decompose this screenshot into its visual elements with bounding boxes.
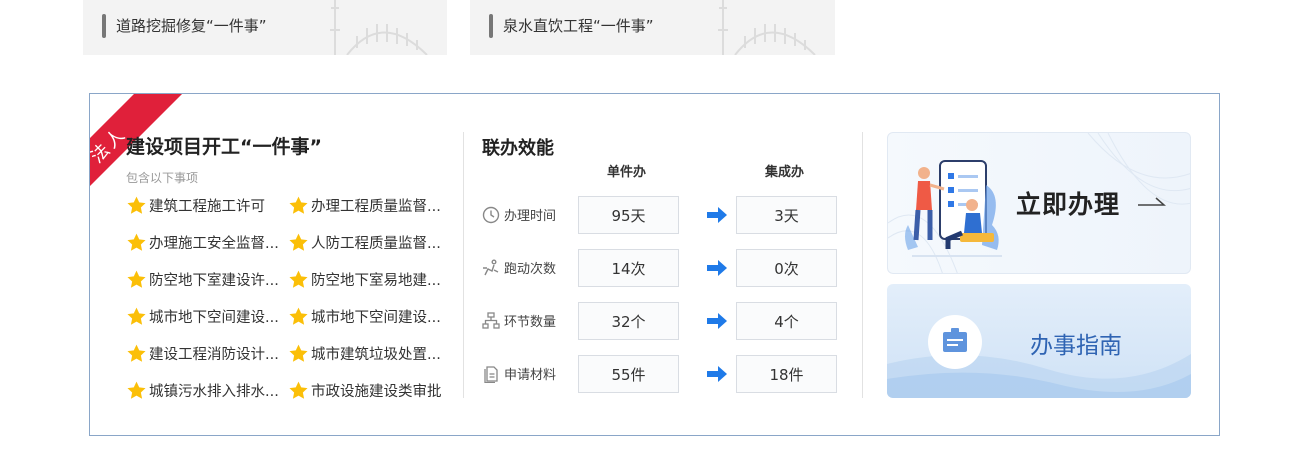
- arrow-right-icon: [1138, 197, 1166, 206]
- single-value: 14次: [578, 249, 679, 287]
- integrated-value: 18件: [736, 355, 837, 393]
- star-icon: [288, 343, 309, 364]
- metric-row-materials: 申请材料 55件 18件: [482, 355, 852, 393]
- single-value: 55件: [578, 355, 679, 393]
- star-icon: [126, 343, 147, 364]
- section-divider: [862, 132, 863, 398]
- single-value: 32个: [578, 302, 679, 340]
- project-item[interactable]: 防空地下室易地建...: [288, 268, 450, 290]
- top-card-label: 道路挖掘修复“一件事”: [116, 17, 267, 35]
- metric-label: 环节数量: [504, 315, 557, 330]
- star-icon: [288, 306, 309, 327]
- project-item[interactable]: 市政设施建设类审批: [288, 379, 450, 401]
- top-card-road-repair[interactable]: 道路挖掘修复“一件事”: [83, 0, 447, 55]
- star-icon: [126, 380, 147, 401]
- star-icon: [288, 232, 309, 253]
- document-icon: [484, 365, 498, 383]
- landmark-watermark-icon: [330, 0, 428, 55]
- project-item[interactable]: 城市地下空间建设...: [288, 305, 450, 327]
- apply-now-label: 立即办理: [1016, 190, 1121, 219]
- project-item-label: 人防工程质量监督...: [311, 235, 441, 252]
- project-title: 建设项目开工“一件事”: [126, 136, 322, 158]
- project-item[interactable]: 建筑工程施工许可: [126, 194, 288, 216]
- metric-label: 申请材料: [504, 368, 557, 383]
- project-item-label: 防空地下室易地建...: [311, 272, 441, 289]
- project-item[interactable]: 人防工程质量监督...: [288, 231, 450, 253]
- project-item-label: 防空地下室建设许...: [149, 272, 279, 289]
- star-icon: [126, 195, 147, 216]
- project-item[interactable]: 防空地下室建设许...: [126, 268, 288, 290]
- top-card-spring-water[interactable]: 泉水直饮工程“一件事”: [470, 0, 835, 55]
- project-item[interactable]: 办理工程质量监督...: [288, 194, 450, 216]
- landmark-watermark-icon: [718, 0, 816, 55]
- project-items-section: 建设项目开工“一件事” 包含以下事项 建筑工程施工许可 办理工程质量监督... 办理…: [126, 132, 456, 401]
- efficiency-section: 联办效能 单件办 集成办 办理时间 95天 3天 跑动次数 14次 0次 环节数: [482, 134, 852, 393]
- single-value: 95天: [578, 196, 679, 234]
- metric-row-time: 办理时间 95天 3天: [482, 196, 852, 234]
- project-item[interactable]: 城市建筑垃圾处置...: [288, 342, 450, 364]
- project-item-label: 城市建筑垃圾处置...: [311, 346, 441, 363]
- arrow-right-icon: [707, 207, 727, 223]
- top-card-label: 泉水直饮工程“一件事”: [503, 17, 654, 35]
- running-icon: [483, 259, 499, 275]
- metric-row-visits: 跑动次数 14次 0次: [482, 249, 852, 287]
- integrated-value: 4个: [736, 302, 837, 340]
- arrow-right-icon: [707, 366, 727, 382]
- efficiency-title: 联办效能: [482, 138, 554, 159]
- integrated-value: 3天: [736, 196, 837, 234]
- project-item[interactable]: 城镇污水排入排水...: [126, 379, 288, 401]
- star-icon: [288, 195, 309, 216]
- guide-icon-circle: [928, 315, 982, 369]
- project-item-label: 市政设施建设类审批: [311, 383, 442, 400]
- metric-row-steps: 环节数量 32个 4个: [482, 302, 852, 340]
- service-guide-label: 办事指南: [1030, 333, 1122, 359]
- hierarchy-icon: [482, 311, 500, 329]
- project-panel: 法人 建设项目开工“一件事” 包含以下事项 建筑工程施工许可 办理工程质量监督..…: [89, 93, 1220, 436]
- card-accent-bar: [102, 14, 106, 38]
- star-icon: [126, 306, 147, 327]
- project-item[interactable]: 办理施工安全监督...: [126, 231, 288, 253]
- metric-label: 办理时间: [504, 209, 557, 224]
- clock-icon: [482, 206, 500, 223]
- project-item-label: 城市地下空间建设...: [149, 309, 279, 326]
- star-icon: [288, 269, 309, 290]
- project-subtitle: 包含以下事项: [126, 171, 199, 185]
- column-header-integrated: 集成办: [765, 165, 805, 180]
- project-item-label: 办理施工安全监督...: [149, 235, 279, 252]
- integrated-value: 0次: [736, 249, 837, 287]
- apply-now-button[interactable]: 立即办理: [887, 132, 1191, 274]
- project-item-list: 建筑工程施工许可 办理工程质量监督... 办理施工安全监督... 人防工程质量监督..…: [126, 194, 456, 401]
- project-item-label: 城镇污水排入排水...: [149, 383, 279, 400]
- star-icon: [288, 380, 309, 401]
- office-workers-illustration-icon: [905, 160, 1002, 257]
- service-guide-button[interactable]: 办事指南: [887, 284, 1191, 398]
- project-item-label: 办理工程质量监督...: [311, 198, 441, 215]
- section-divider: [463, 132, 464, 398]
- arrow-right-icon: [707, 260, 727, 276]
- project-item-label: 建设工程消防设计...: [149, 346, 279, 363]
- project-item[interactable]: 城市地下空间建设...: [126, 305, 288, 327]
- arrow-right-icon: [707, 313, 727, 329]
- project-item-label: 建筑工程施工许可: [149, 198, 265, 215]
- project-item[interactable]: 建设工程消防设计...: [126, 342, 288, 364]
- star-icon: [126, 232, 147, 253]
- card-accent-bar: [489, 14, 493, 38]
- project-item-label: 城市地下空间建设...: [311, 309, 441, 326]
- star-icon: [126, 269, 147, 290]
- metric-label: 跑动次数: [504, 262, 557, 277]
- column-header-single: 单件办: [607, 165, 647, 180]
- guide-book-icon: [943, 328, 967, 352]
